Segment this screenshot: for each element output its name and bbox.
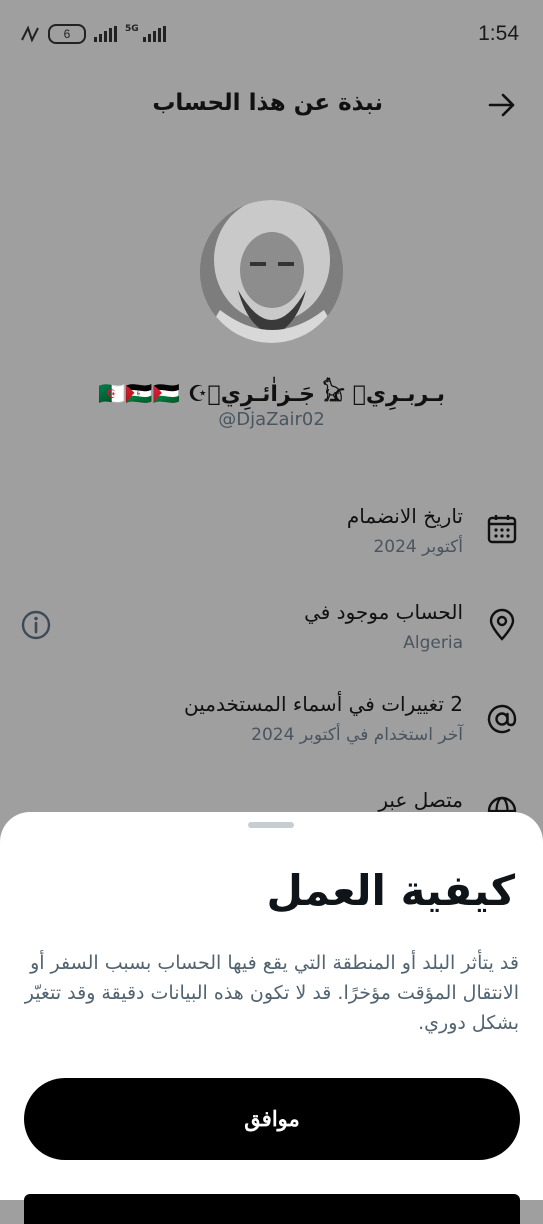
sheet-description: قد يتأثر البلد أو المنطقة التي يقع فيها … bbox=[24, 952, 519, 1034]
handle: @DjaZair02 bbox=[218, 409, 325, 430]
page-title: نبذة عن هذا الحساب bbox=[152, 90, 383, 116]
ok-button[interactable]: موافق bbox=[24, 1078, 520, 1160]
sheet-drag-handle[interactable] bbox=[248, 822, 294, 828]
location-label: الحساب موجود في bbox=[304, 600, 463, 624]
usernames-label: 2 تغييرات في أسماء المستخدمين bbox=[184, 692, 463, 716]
bottom-sheet: كيفية العمل قد يتأثر البلد أو المنطقة ال… bbox=[0, 812, 543, 1224]
info-icon[interactable] bbox=[20, 609, 52, 641]
back-arrow-icon[interactable] bbox=[487, 90, 517, 120]
at-sign-icon bbox=[487, 704, 517, 734]
secondary-button-peek bbox=[24, 1194, 520, 1224]
status-icons: 6 5G bbox=[20, 24, 166, 44]
display-name: بـربـرِيۘ 𓃠 جَـزاٰئـرِيۘ☪︎ 🇩🇿🇪🇭🇵🇸 bbox=[97, 382, 445, 407]
joined-value: أكتوبر 2024 bbox=[373, 537, 463, 557]
header: نبذة عن هذا الحساب bbox=[0, 80, 543, 134]
location-value: Algeria bbox=[403, 633, 463, 653]
status-bar: 6 5G 1:54 bbox=[0, 0, 543, 70]
nfc-icon bbox=[21, 25, 39, 43]
avatar-image bbox=[200, 200, 343, 343]
sheet-title: كيفية العمل bbox=[266, 866, 515, 915]
signal-bars-icon bbox=[94, 26, 117, 42]
clock: 1:54 bbox=[478, 22, 519, 45]
location-pin-icon bbox=[489, 608, 515, 641]
battery-indicator: 6 bbox=[48, 24, 86, 44]
network-type: 5G bbox=[125, 24, 139, 34]
connected-label: متصل عبر bbox=[378, 788, 463, 812]
signal-bars-icon-2 bbox=[142, 26, 166, 42]
joined-label: تاريخ الانضمام bbox=[346, 504, 463, 528]
avatar bbox=[200, 200, 343, 343]
usernames-value: آخر استخدام في أكتوبر 2024 bbox=[251, 725, 463, 745]
calendar-icon bbox=[487, 515, 517, 544]
